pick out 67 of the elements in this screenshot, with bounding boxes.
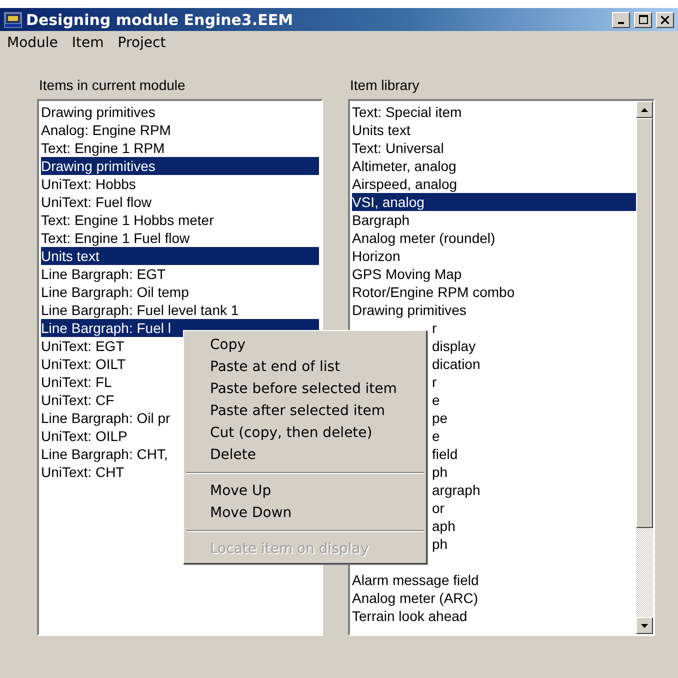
menu-item[interactable]: Move Up bbox=[186, 480, 424, 502]
menu-item[interactable]: Copy bbox=[186, 334, 424, 356]
menu-item[interactable]: Project bbox=[118, 35, 166, 53]
list-item[interactable]: Units text bbox=[41, 247, 319, 265]
list-item[interactable]: Analog: Engine RPM bbox=[41, 121, 319, 139]
scroll-up-button[interactable] bbox=[636, 101, 653, 118]
list-item[interactable]: Alarm message field bbox=[352, 571, 636, 589]
menu-item[interactable]: Delete bbox=[186, 444, 424, 466]
menu-item[interactable]: Module bbox=[7, 35, 58, 53]
list-item[interactable]: Text: Engine 1 RPM bbox=[41, 139, 319, 157]
list-item[interactable]: Airspeed, analog bbox=[352, 175, 636, 193]
list-item[interactable]: GPS Moving Map bbox=[352, 265, 636, 283]
list-item[interactable]: pe bbox=[432, 410, 448, 426]
list-item[interactable]: dication bbox=[432, 356, 480, 372]
scroll-down-button[interactable] bbox=[636, 617, 653, 634]
list-item[interactable]: argraph bbox=[432, 482, 480, 498]
list-item[interactable]: Line Bargraph: Oil temp bbox=[41, 283, 319, 301]
list-item[interactable]: Drawing primitives bbox=[41, 157, 319, 175]
scroll-thumb[interactable] bbox=[636, 118, 653, 528]
list-item[interactable]: Analog meter (ARC) bbox=[352, 589, 636, 607]
list-item[interactable]: UniText: Hobbs bbox=[41, 175, 319, 193]
close-icon bbox=[661, 16, 669, 24]
minimize-button[interactable] bbox=[612, 12, 630, 28]
list-item[interactable]: Text: Engine 1 Fuel flow bbox=[41, 229, 319, 247]
list-item[interactable]: Line Bargraph: EGT bbox=[41, 265, 319, 283]
list-item[interactable]: Line Bargraph: Fuel level tank 1 bbox=[41, 301, 319, 319]
menu-item[interactable]: Paste at end of list bbox=[186, 356, 424, 378]
list-item[interactable]: Rotor/Engine RPM combo bbox=[352, 283, 636, 301]
list-label: Item library bbox=[349, 77, 420, 95]
scrollbar[interactable] bbox=[636, 101, 653, 634]
list-item[interactable]: Units text bbox=[352, 121, 636, 139]
maximize-icon bbox=[638, 15, 648, 24]
menu-item[interactable]: Item bbox=[72, 35, 104, 53]
window-title: Designing module Engine3.EEM bbox=[26, 10, 294, 28]
list-item[interactable]: VSI, analog bbox=[352, 193, 636, 211]
menu-item[interactable]: Paste before selected item bbox=[186, 378, 424, 400]
list-item[interactable]: Text: Engine 1 Hobbs meter bbox=[41, 211, 319, 229]
menu-item[interactable]: Move Down bbox=[186, 502, 424, 524]
list-item[interactable]: display bbox=[432, 338, 476, 354]
list-item[interactable]: r bbox=[432, 374, 437, 390]
list-item[interactable]: UniText: Fuel flow bbox=[41, 193, 319, 211]
list-item[interactable]: Horizon bbox=[352, 247, 636, 265]
list-item[interactable]: Text: Universal bbox=[352, 139, 636, 157]
menu-item[interactable]: Cut (copy, then delete) bbox=[186, 422, 424, 444]
list-item[interactable]: r bbox=[432, 320, 437, 336]
list-item[interactable]: Text: Special item bbox=[352, 103, 636, 121]
app-icon bbox=[4, 12, 22, 28]
up-arrow-icon bbox=[641, 108, 648, 112]
list-item[interactable]: Bargraph bbox=[352, 211, 636, 229]
list-item[interactable]: Altimeter, analog bbox=[352, 157, 636, 175]
list-item[interactable]: ph bbox=[432, 464, 448, 480]
maximize-button[interactable] bbox=[634, 12, 652, 28]
list-item[interactable]: e bbox=[432, 392, 440, 408]
list-item[interactable]: field bbox=[432, 446, 458, 462]
minimize-icon bbox=[618, 22, 624, 24]
list-item[interactable]: Terrain look ahead bbox=[352, 607, 636, 625]
list-item[interactable]: Drawing primitives bbox=[352, 301, 636, 319]
list-item[interactable]: ph bbox=[432, 536, 448, 552]
list-item[interactable]: aph bbox=[432, 518, 456, 534]
list-item[interactable]: or bbox=[432, 500, 444, 516]
menu-item[interactable]: Paste after selected item bbox=[186, 400, 424, 422]
down-arrow-icon bbox=[641, 624, 648, 628]
list-item[interactable]: Analog meter (roundel) bbox=[352, 229, 636, 247]
list-label: Items in current module bbox=[38, 77, 186, 95]
list-item[interactable]: Drawing primitives bbox=[41, 103, 319, 121]
list-item[interactable]: e bbox=[432, 428, 440, 444]
close-button[interactable] bbox=[656, 12, 674, 28]
